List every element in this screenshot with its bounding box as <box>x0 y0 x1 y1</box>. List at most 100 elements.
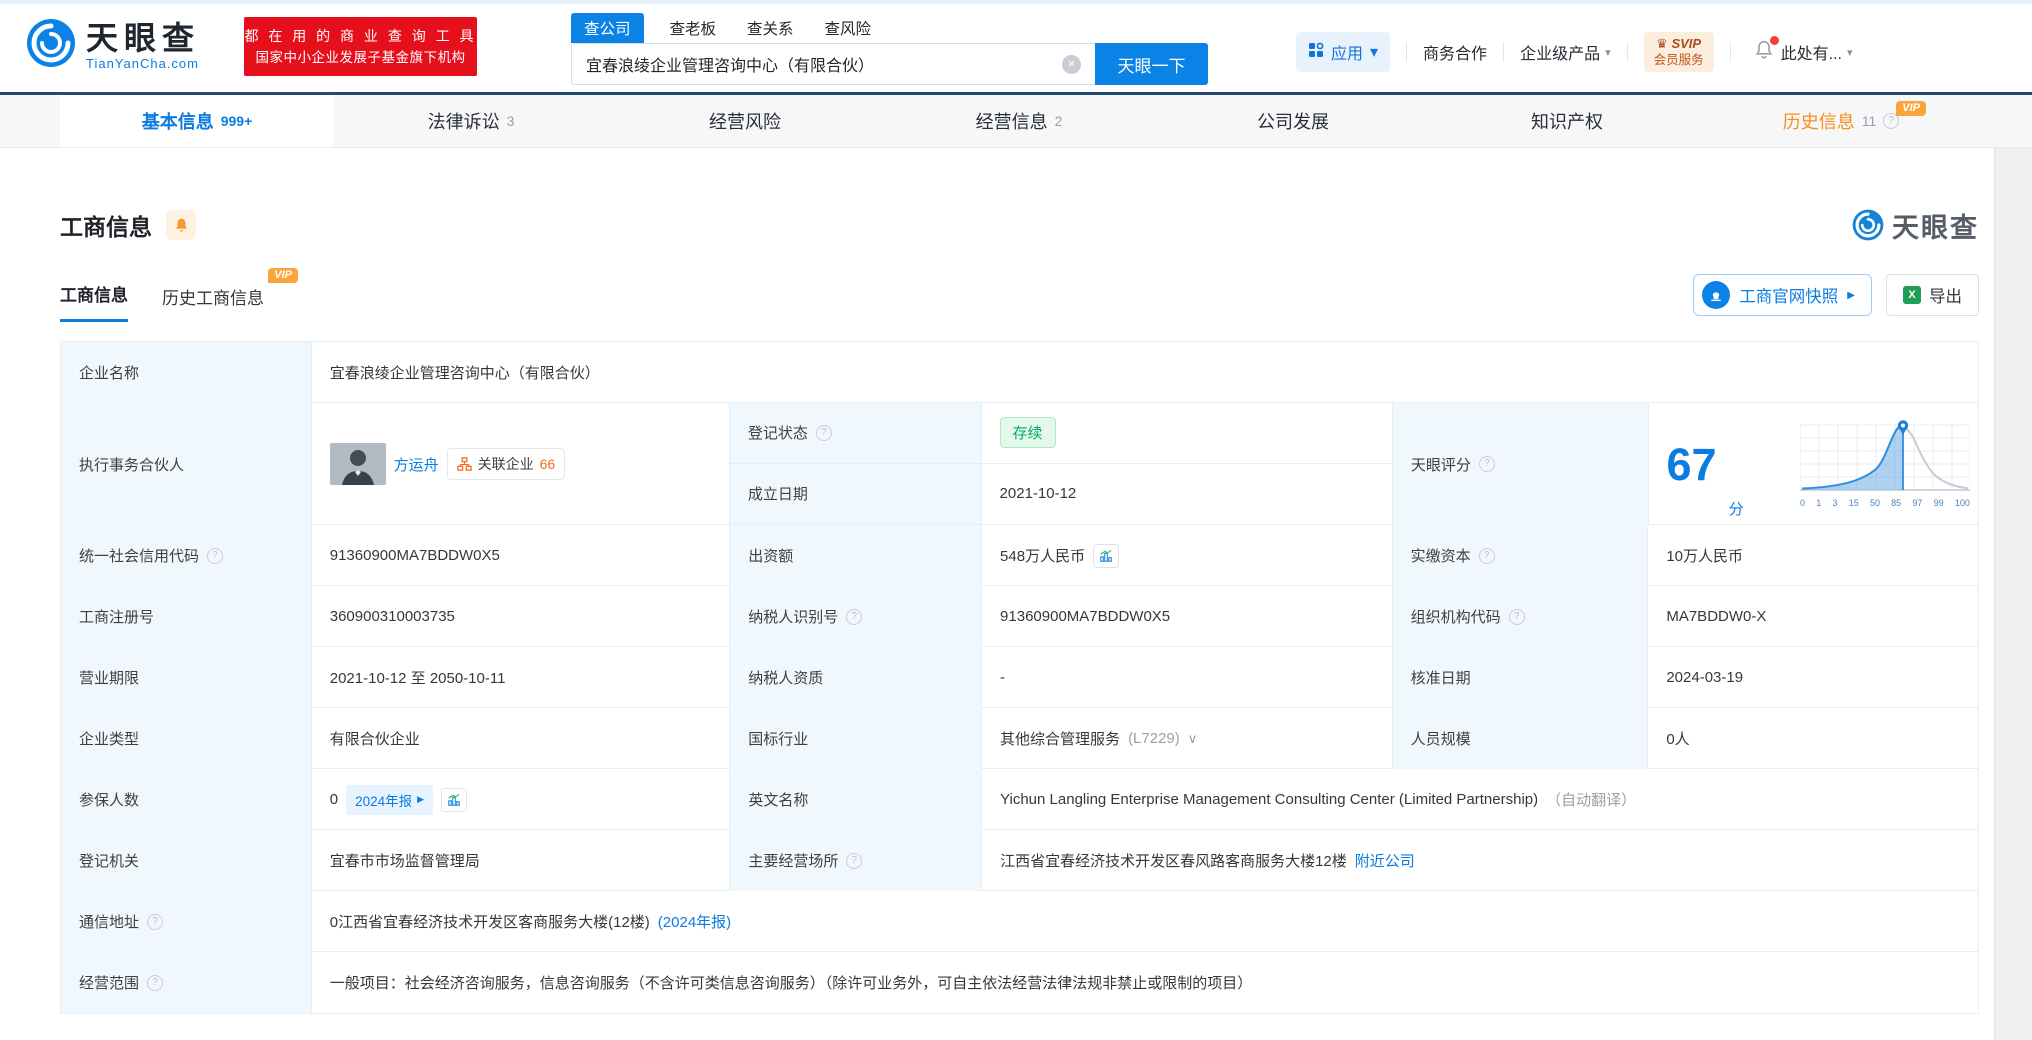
tab-history-info[interactable]: VIP 历史信息 11 ? <box>1704 95 1978 147</box>
svip-sublabel: 会员服务 <box>1653 53 1704 67</box>
search-tab-boss[interactable]: 查老板 <box>668 13 719 43</box>
nav-enterprise[interactable]: 企业级产品 ▾ <box>1520 40 1611 64</box>
company-name-value: 宜春浪绫企业管理咨询中心（有限合伙） <box>329 365 600 382</box>
tab-company-development[interactable]: 公司发展 <box>1156 95 1430 147</box>
brand-logo[interactable]: 天眼查 TianYanCha.com <box>26 18 200 73</box>
subtab-business-info[interactable]: 工商信息 <box>60 281 128 322</box>
tab-badge: 2 <box>1054 113 1063 129</box>
tab-badge: 3 <box>506 113 515 129</box>
business-scope-value: 一般项目：社会经济咨询服务，信息咨询服务（不含许可类信息咨询服务）（除许可业务外… <box>329 975 1253 992</box>
tab-legal[interactable]: 法律诉讼 3 <box>334 95 608 147</box>
brand-text: 天眼查 TianYanCha.com <box>86 21 200 71</box>
chevron-down-icon: ▾ <box>1370 44 1379 61</box>
status-date-block: 登记状态 ? 存续 成立日期 2021-10-12 <box>729 403 1393 524</box>
chevron-down-icon: ▾ <box>1846 46 1853 59</box>
account-label: 此处有... <box>1780 46 1842 63</box>
partner-photo[interactable] <box>329 443 386 485</box>
capital-trend-button[interactable] <box>1093 543 1120 568</box>
tab-intellectual-property[interactable]: 知识产权 <box>1430 95 1704 147</box>
industry-value: 其他综合管理服务 (L7229) ∨ <box>982 708 1393 769</box>
establish-date-label: 成立日期 <box>729 463 982 524</box>
capital-value: 548万人民币 <box>982 525 1393 586</box>
term-label: 营业期限 <box>61 647 312 708</box>
search-tab-risk[interactable]: 查风险 <box>823 13 874 43</box>
english-name-label: 英文名称 <box>730 769 983 830</box>
help-icon[interactable]: ? <box>1478 456 1495 472</box>
tab-operation-info[interactable]: 经营信息 2 <box>882 95 1156 147</box>
score-value[interactable]: 67 分 0 1 3 15 50 85 97 99 100 <box>1649 403 1978 525</box>
taxpayer-quality-value: - <box>982 647 1393 708</box>
search-button[interactable]: 天眼一下 <box>1095 43 1208 85</box>
help-icon[interactable]: ? <box>815 424 832 441</box>
insured-trend-button[interactable] <box>441 787 468 812</box>
help-icon[interactable]: ? <box>147 974 164 991</box>
tab-basic-info[interactable]: 基本信息 999+ <box>60 95 334 147</box>
annual-report-link[interactable]: (2024年报) <box>658 911 731 932</box>
apps-label: 应用 <box>1331 46 1364 63</box>
trend-chart-icon <box>1100 549 1112 562</box>
watermark-text: 天眼查 <box>1892 212 1979 243</box>
related-companies-chip[interactable]: 关联企业 66 <box>446 448 566 480</box>
subtab-label: 历史工商信息 <box>162 289 264 308</box>
search-tab-relation[interactable]: 查关系 <box>745 13 796 43</box>
industry-code: (L7229) <box>1128 730 1180 747</box>
chevron-down-icon[interactable]: ∨ <box>1188 731 1198 747</box>
paid-capital-label: 实缴资本 ? <box>1392 525 1649 586</box>
insured-label: 参保人数 <box>61 769 312 830</box>
watermark-logo: 天眼查 <box>1852 206 1979 245</box>
tab-badge: 11 <box>1861 113 1877 129</box>
brand-domain: TianYanCha.com <box>86 55 199 71</box>
svip-badge[interactable]: ♛ SVIP 会员服务 <box>1643 32 1714 72</box>
enterprise-label: 企业级产品 <box>1520 46 1601 63</box>
search-tab-company[interactable]: 查公司 <box>571 13 644 43</box>
apps-menu[interactable]: 应用 ▾ <box>1296 32 1391 72</box>
slogan-line2: 国家中小企业发展子基金旗下机构 <box>255 50 466 65</box>
table-row: 营业期限 2021-10-12 至 2050-10-11 纳税人资质 - 核准日… <box>61 647 1978 708</box>
help-icon[interactable]: ? <box>846 852 863 869</box>
brand-name: 天眼查 <box>86 19 201 56</box>
tab-operation-risk[interactable]: 经营风险 <box>608 95 882 147</box>
nearby-companies-link[interactable]: 附近公司 <box>1355 850 1415 871</box>
table-row: 通信地址 ? 0江西省宜春经济技术开发区客商服务大楼(12楼) (2024年报) <box>61 891 1978 952</box>
stamp-icon <box>1702 281 1731 309</box>
help-icon[interactable]: ? <box>1478 547 1495 564</box>
term-value: 2021-10-12 至 2050-10-11 <box>312 647 731 708</box>
score-distribution-chart: 01 3 15 50 85 97 99 100 <box>1799 420 1972 508</box>
notifications-button[interactable] <box>1753 35 1779 66</box>
partner-label: 执行事务合伙人 <box>61 403 312 525</box>
search-input[interactable] <box>571 43 1095 85</box>
nav-cooperation[interactable]: 商务合作 <box>1423 40 1487 64</box>
org-code-value: MA7BDDW0-X <box>1666 608 1767 625</box>
export-button[interactable]: X 导出 <box>1886 274 1979 316</box>
account-menu[interactable]: 此处有... ▾ <box>1781 40 1853 64</box>
score-number: 67 <box>1666 438 1717 490</box>
authority-value: 宜春市市场监督管理局 <box>312 830 731 891</box>
help-icon[interactable]: ? <box>147 913 164 930</box>
tab-label: 经营风险 <box>709 112 781 132</box>
search-block: 查公司 查老板 查关系 查风险 × 天眼一下 <box>571 12 1209 85</box>
org-chart-icon <box>456 456 472 471</box>
industry-label: 国标行业 <box>730 708 983 769</box>
divider <box>1626 42 1628 62</box>
help-icon[interactable]: ? <box>207 547 224 564</box>
score-label: 天眼评分 ? <box>1392 403 1649 525</box>
chevron-down-icon: ▾ <box>1605 46 1611 59</box>
table-row: 参保人数 0 2024年报 ▶ 英文名称 Yichun Langling Ent… <box>61 769 1978 830</box>
clear-icon[interactable]: × <box>1062 55 1081 74</box>
subtab-history-business-info[interactable]: VIP 历史工商信息 <box>162 268 298 322</box>
table-row: 工商注册号 360900310003735 纳税人识别号 ? 91360900M… <box>61 586 1978 647</box>
address-value: 江西省宜春经济技术开发区春风路客商服务大楼12楼 附近公司 <box>982 830 1978 891</box>
subscribe-bell-button[interactable] <box>166 210 196 240</box>
official-snapshot-button[interactable]: 工商官网快照 ▶ <box>1693 274 1872 316</box>
table-row: 企业名称 宜春浪绫企业管理咨询中心（有限合伙） <box>61 342 1978 403</box>
search-input-row: × 天眼一下 <box>571 43 1209 85</box>
help-icon[interactable]: ? <box>1508 608 1525 625</box>
english-name-value: Yichun Langling Enterprise Management Co… <box>1000 791 1637 809</box>
annual-report-chip[interactable]: 2024年报 ▶ <box>346 784 434 815</box>
partner-name-link[interactable]: 方运舟 <box>394 454 439 475</box>
export-label: 导出 <box>1929 288 1962 306</box>
tab-label: 法律诉讼 <box>427 112 500 132</box>
reg-status-value: 存续 <box>982 403 1392 463</box>
vip-badge: VIP <box>268 268 298 283</box>
help-icon[interactable]: ? <box>846 608 863 625</box>
